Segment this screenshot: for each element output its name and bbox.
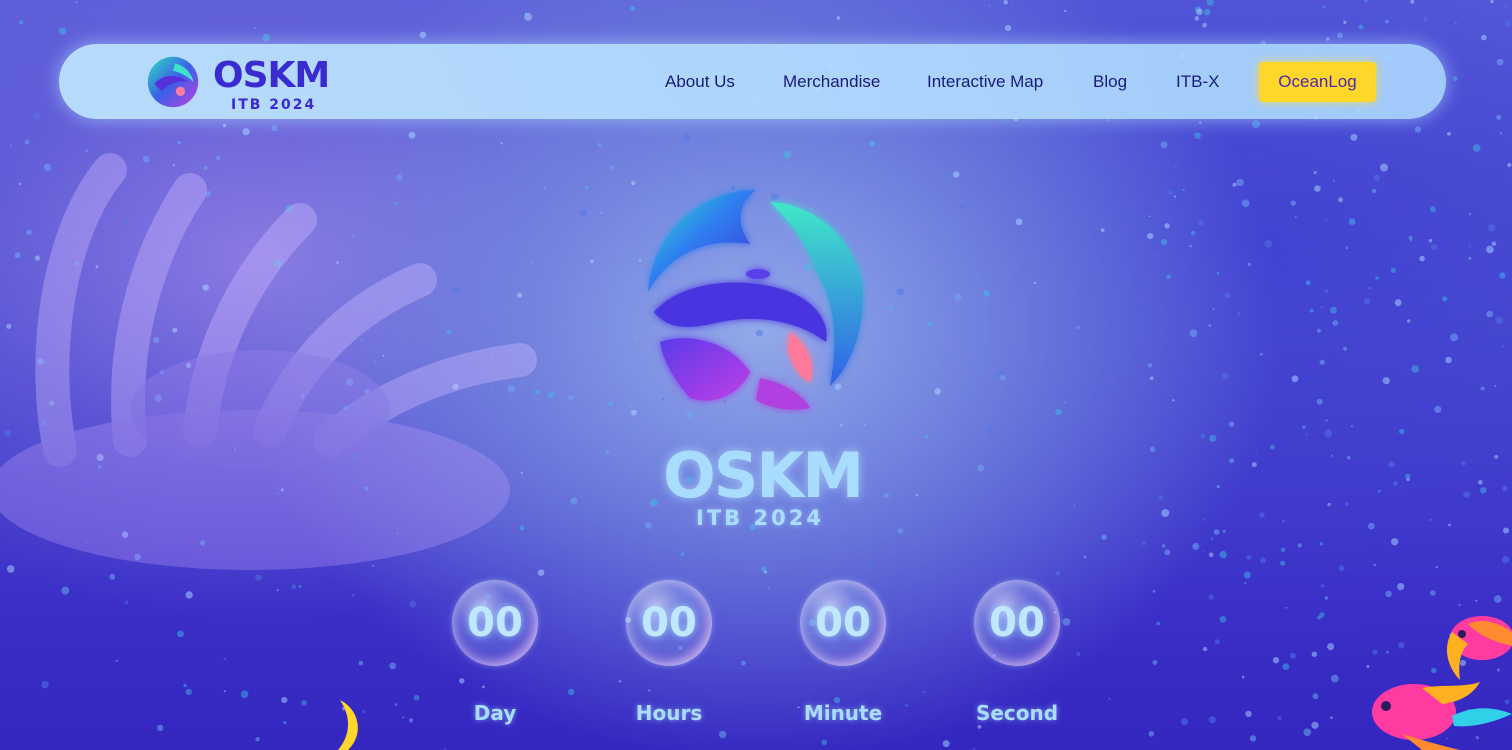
countdown-minute-value: 00: [815, 600, 871, 646]
crescent-moon-icon: [338, 700, 358, 750]
countdown-hours-label: Hours: [635, 701, 703, 725]
nav-link-itb-x[interactable]: ITB-X: [1176, 72, 1219, 92]
countdown-day-label: Day: [473, 701, 517, 725]
nav-link-about-us[interactable]: About Us: [665, 72, 735, 92]
top-navbar: OSKM ITB 2024 About Us Merchandise Inter…: [59, 44, 1446, 119]
nav-link-merchandise[interactable]: Merchandise: [783, 72, 880, 92]
countdown-second-value: 00: [989, 600, 1045, 646]
nav-link-blog[interactable]: Blog: [1093, 72, 1127, 92]
nav-logo[interactable]: OSKM ITB 2024: [145, 52, 335, 112]
fish-icon: [1372, 682, 1512, 750]
countdown-second-label: Second: [975, 701, 1059, 725]
nav-logo-wordmark: OSKM: [213, 55, 330, 96]
hero-subtitle: ITB 2024: [696, 506, 824, 530]
nav-link-interactive-map[interactable]: Interactive Map: [927, 72, 1043, 92]
anemone-decoration: [0, 153, 537, 570]
hero-wordmark: OSKM: [663, 439, 864, 512]
countdown-hours-bubble: 00: [626, 580, 712, 666]
oceanlog-button[interactable]: OceanLog: [1259, 62, 1376, 102]
oskm-emblem-icon: [147, 56, 199, 108]
nav-logo-subtitle: ITB 2024: [231, 97, 317, 113]
countdown-minute-label: Minute: [803, 701, 883, 725]
countdown-day-bubble: 00: [452, 580, 538, 666]
countdown-day-value: 00: [467, 600, 523, 646]
hero-emblem-icon: [648, 190, 863, 410]
countdown-second-bubble: 00: [974, 580, 1060, 666]
countdown-minute-bubble: 00: [800, 580, 886, 666]
countdown-hours-value: 00: [641, 600, 697, 646]
